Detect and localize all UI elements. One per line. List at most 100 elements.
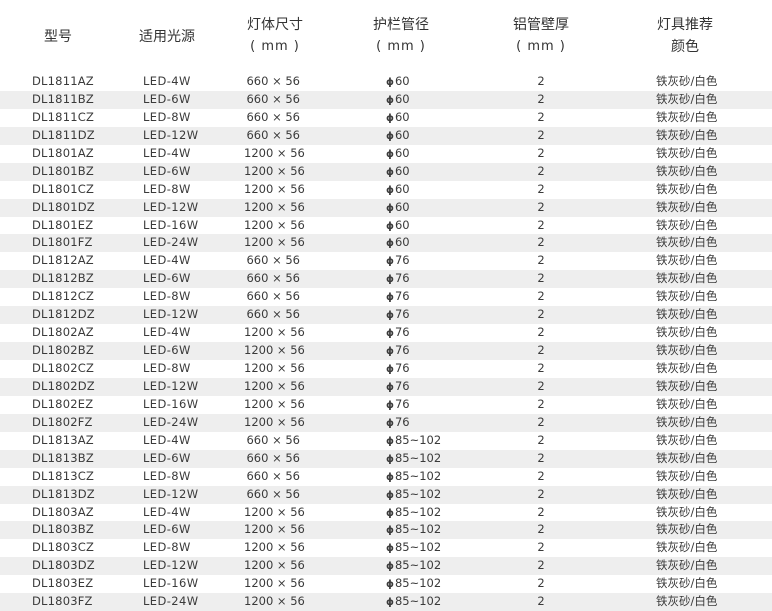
light-source-cell: LED-8W [143,181,191,196]
color-cell: 铁灰砂/白色 [656,289,718,304]
table-row: DL1803DZ LED-12W 1200 × 56 ϕ85~102 2 铁灰砂/白色 [0,557,772,576]
spec-table: 型号 适用光源 灯体尺寸 ( mm ) 护栏管径 ( mm ) 铝管壁厚 ( m… [0,0,772,611]
diameter-symbol: ϕ [386,346,394,358]
wall-thickness-cell: 2 [537,181,545,196]
header-color-label: 灯具推荐 [657,17,713,33]
pipe-diameter-cell: ϕ76 [386,288,410,306]
color-cell: 铁灰砂/白色 [656,145,718,160]
diameter-symbol: ϕ [386,202,394,214]
table-row: DL1813AZ LED-4W 660 × 56 ϕ85~102 2 铁灰砂/白色 [0,432,772,450]
light-source-cell: LED-6W [143,450,191,465]
pipe-diameter-cell: ϕ76 [386,306,410,324]
diameter-symbol: ϕ [386,292,394,304]
header-color-label-2: 颜色 [671,39,699,55]
pipe-diameter-value: 60 [394,181,410,196]
pipe-diameter-value: 76 [394,343,410,358]
wall-thickness-cell: 2 [537,199,545,214]
pipe-diameter-cell: ϕ85~102 [386,575,441,593]
wall-thickness-cell: 2 [537,343,545,358]
header-model-label: 型号 [44,29,72,45]
table-row: DL1802EZ LED-16W 1200 × 56 ϕ76 2 铁灰砂/白色 [0,396,772,414]
header-pipe-diameter-unit: ( mm ) [376,39,426,54]
wall-thickness-cell: 2 [537,576,545,591]
lamp-size-cell: 660 × 56 [246,91,300,106]
header-wall-thickness-unit: ( mm ) [516,39,566,54]
wall-thickness-cell: 2 [537,307,545,322]
table-row: DL1802CZ LED-8W 1200 × 56 ϕ76 2 铁灰砂/白色 [0,360,772,378]
wall-thickness-cell: 2 [537,91,545,106]
table-row: DL1811CZ LED-8W 660 × 56 ϕ60 2 铁灰砂/白色 [0,109,772,127]
table-row: DL1801BZ LED-6W 1200 × 56 ϕ60 2 铁灰砂/白色 [0,162,772,181]
model-cell: DL1811DZ [32,127,95,142]
model-cell: DL1803CZ [32,540,95,555]
diameter-symbol: ϕ [386,525,394,537]
pipe-diameter-value: 85~102 [394,432,442,447]
color-cell: 铁灰砂/白色 [656,414,718,429]
model-cell: DL1801EZ [32,217,94,232]
lamp-size-cell: 1200 × 56 [244,145,305,160]
wall-thickness-cell: 2 [537,378,545,393]
light-source-cell: LED-8W [143,540,191,555]
lamp-size-cell: 660 × 56 [246,450,300,465]
light-source-cell: LED-6W [143,271,191,286]
model-cell: DL1803FZ [32,594,93,609]
diameter-symbol: ϕ [386,310,394,322]
pipe-diameter-cell: ϕ60 [386,127,410,145]
pipe-diameter-cell: ϕ85~102 [386,468,441,486]
model-cell: DL1803BZ [32,522,94,537]
pipe-diameter-value: 60 [394,91,410,106]
pipe-diameter-value: 76 [394,361,410,375]
model-cell: DL1803AZ [32,504,94,519]
wall-thickness-cell: 2 [537,217,545,232]
header-pipe-diameter-label: 护栏管径 [373,17,429,33]
diameter-symbol: ϕ [386,220,394,232]
model-cell: DL1812BZ [32,271,94,286]
light-source-cell: LED-4W [143,253,191,268]
table-row: DL1811AZ LED-4W 660 × 56 ϕ60 2 铁灰砂/白色 [0,73,772,91]
model-cell: DL1811AZ [32,74,94,88]
lamp-size-cell: 660 × 56 [246,271,300,286]
model-cell: DL1802EZ [32,396,94,411]
pipe-diameter-value: 85~102 [394,540,442,555]
lamp-size-cell: 660 × 56 [246,289,300,304]
lamp-size-cell: 1200 × 56 [244,361,305,375]
lamp-size-cell: 660 × 56 [246,468,300,483]
wall-thickness-cell: 2 [537,540,545,555]
color-cell: 铁灰砂/白色 [656,396,718,411]
wall-thickness-cell: 2 [537,432,545,447]
lamp-size-cell: 1200 × 56 [244,594,305,609]
light-source-cell: LED-4W [143,325,191,340]
color-cell: 铁灰砂/白色 [656,594,718,609]
light-source-cell: LED-12W [143,378,199,393]
wall-thickness-cell: 2 [537,450,545,465]
light-source-cell: LED-8W [143,289,191,304]
light-source-cell: LED-12W [143,307,199,322]
light-source-cell: LED-24W [143,235,199,250]
wall-thickness-cell: 2 [537,127,545,142]
header-pipe-diameter: 护栏管径 ( mm ) [366,14,436,58]
lamp-size-cell: 1200 × 56 [244,325,305,340]
table-row: DL1812DZ LED-12W 660 × 56 ϕ76 2 铁灰砂/白色 [0,306,772,325]
pipe-diameter-cell: ϕ76 [386,378,410,396]
diameter-symbol: ϕ [386,256,394,268]
pipe-diameter-cell: ϕ85~102 [386,432,441,450]
wall-thickness-cell: 2 [537,289,545,304]
wall-thickness-cell: 2 [537,558,545,573]
diameter-symbol: ϕ [386,94,394,106]
wall-thickness-cell: 2 [537,253,545,268]
lamp-size-cell: 1200 × 56 [244,558,305,573]
lamp-size-cell: 1200 × 56 [244,343,305,358]
table-body: DL1811AZ LED-4W 660 × 56 ϕ60 2 铁灰砂/白色 DL1811BZ… [0,73,772,611]
table-row: DL1802FZ LED-24W 1200 × 56 ϕ76 2 铁灰砂/白色 [0,413,772,432]
wall-thickness-cell: 2 [537,235,545,250]
table-row: DL1801EZ LED-16W 1200 × 56 ϕ60 2 铁灰砂/白色 [0,217,772,235]
header-lamp-size-label: 灯体尺寸 [247,17,303,33]
pipe-diameter-cell: ϕ60 [386,217,410,235]
color-cell: 铁灰砂/白色 [656,540,718,555]
light-source-cell: LED-24W [143,414,199,429]
lamp-size-cell: 660 × 56 [246,253,300,268]
model-cell: DL1813CZ [32,468,95,483]
wall-thickness-cell: 2 [537,163,545,178]
pipe-diameter-cell: ϕ85~102 [386,504,441,522]
pipe-diameter-value: 60 [394,235,410,250]
